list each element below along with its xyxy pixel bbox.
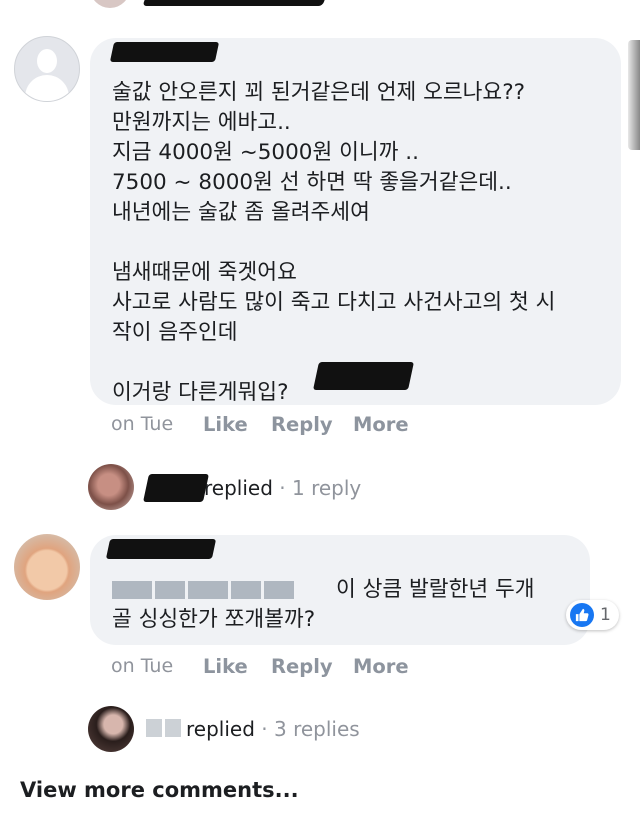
like-button[interactable]: Like <box>203 413 248 436</box>
view-replies-link[interactable]: replied · 1 reply <box>204 476 361 500</box>
reply-author-avatar[interactable] <box>88 464 134 510</box>
reply-button[interactable]: Reply <box>271 655 333 678</box>
view-replies-link[interactable]: replied · 3 replies <box>186 717 360 741</box>
redacted-tag <box>313 362 414 390</box>
blurred-tagged-names <box>112 581 294 599</box>
like-count: 1 <box>600 605 611 625</box>
comment-bubble: 술값 안오른지 꾀 된거같은데 언제 오르나요?? 만원까지는 에바고.. 지금… <box>90 38 621 405</box>
reaction-count-badge[interactable]: 1 <box>566 600 619 630</box>
reply-button[interactable]: Reply <box>271 413 333 436</box>
commenter-profile-photo-icon[interactable] <box>14 534 80 600</box>
reply-count: · 1 reply <box>279 476 362 500</box>
view-more-comments-link[interactable]: View more comments... <box>20 778 299 802</box>
redacted-commenter-name <box>105 539 217 559</box>
comment-text: 술값 안오른지 꾀 된거같은데 언제 오르나요?? 만원까지는 에바고.. 지금… <box>112 80 556 405</box>
comment-time: on Tue <box>111 655 174 677</box>
comment-time: on Tue <box>111 413 174 435</box>
redacted-name <box>142 0 328 6</box>
more-button[interactable]: More <box>353 413 409 436</box>
like-button[interactable]: Like <box>203 655 248 678</box>
scrollbar[interactable] <box>628 40 640 150</box>
comment-text-line-1: 이 상큼 발랄한년 두개 <box>336 577 535 602</box>
replied-label: replied <box>204 476 273 500</box>
more-button[interactable]: More <box>353 655 409 678</box>
previous-comment-fragment <box>0 0 640 12</box>
commenter-avatar-default-icon[interactable] <box>14 36 80 102</box>
reply-count: · 3 replies <box>261 717 360 741</box>
redacted-reply-author <box>143 474 209 502</box>
redacted-commenter-name <box>109 42 220 62</box>
blurred-reply-author <box>146 719 181 737</box>
thumbs-up-icon <box>570 603 594 627</box>
previous-commenter-avatar[interactable] <box>90 0 130 8</box>
comment-text-line-2: 골 싱싱한가 쪼개볼까? <box>112 607 316 632</box>
reply-author-avatar[interactable] <box>88 706 134 752</box>
replied-label: replied <box>186 717 255 741</box>
comment-bubble: 이 상큼 발랄한년 두개 골 싱싱한가 쪼개볼까? <box>90 535 590 645</box>
